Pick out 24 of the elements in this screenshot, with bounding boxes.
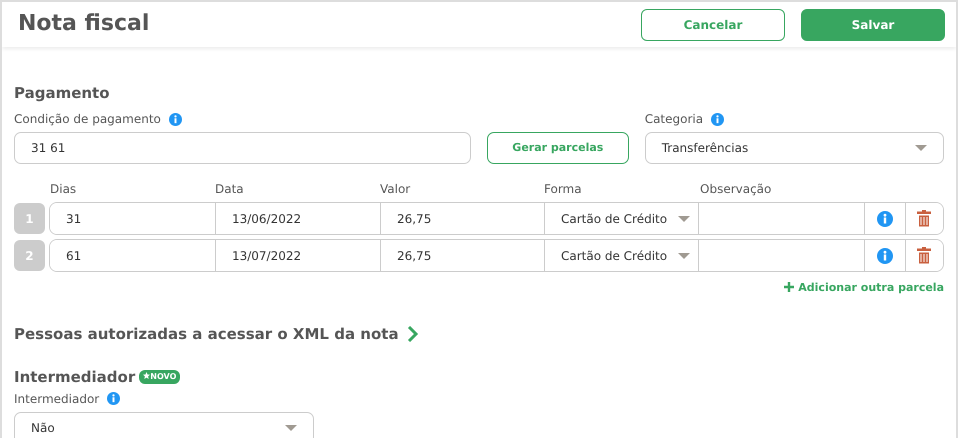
star-icon [143, 372, 150, 378]
caret-icon [285, 424, 297, 430]
column-header: Forma [544, 182, 582, 196]
column-header: Observação [700, 182, 772, 196]
column-header: Valor [380, 182, 410, 196]
column-header: Data [215, 182, 244, 196]
info-icon[interactable] [711, 112, 724, 126]
page-title: Nota fiscal [18, 11, 150, 38]
intermediary-dropdown[interactable]: Não [14, 412, 314, 438]
field-label: Intermediador [14, 390, 100, 408]
column-header: Dias [50, 182, 76, 196]
section-title: Pessoas autorizadas a acessar o XML da nota [14, 324, 399, 342]
input-field[interactable]: 31 61 [14, 132, 471, 164]
info-icon[interactable] [107, 392, 120, 405]
caret-icon [915, 145, 928, 151]
category-dropdown[interactable]: Transferências [644, 132, 944, 164]
section-title: Pagamento [14, 84, 111, 102]
field-label: Condição de pagamento [14, 111, 161, 128]
plus-icon [784, 282, 794, 292]
info-icon[interactable] [168, 112, 182, 126]
field-label: Categoria [644, 111, 704, 128]
section-title: Intermediador [14, 368, 136, 386]
new-badge: NOVO [139, 370, 180, 384]
chevron-right-icon[interactable] [406, 326, 419, 342]
